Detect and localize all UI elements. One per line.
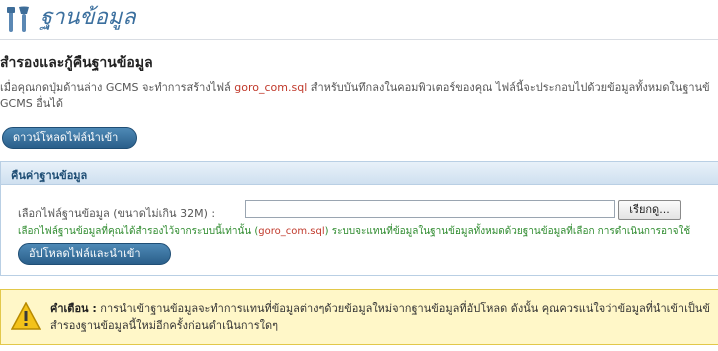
backup-desc-text: เมื่อคุณกดปุ่มด้านล่าง GCMS จะทำการสร้าง… <box>0 81 235 94</box>
backup-desc-text-2: สำหรับบันทึกลงในคอมพิวเตอร์ของคุณ ไฟล์นี… <box>307 81 710 94</box>
restore-hint: เลือกไฟล์ฐานข้อมูลที่คุณได้สำรองไว้จากระ… <box>18 224 690 239</box>
page-header: ฐานข้อมูล <box>0 0 718 40</box>
warning-line1: การนำเข้าฐานข้อมูลจะทำการแทนที่ข้อมูลต่า… <box>96 302 710 315</box>
restore-panel: คืนค่าฐานข้อมูล เลือกไฟล์ฐานข้อมูล (ขนาด… <box>0 161 718 276</box>
restore-hint-text: เลือกไฟล์ฐานข้อมูลที่คุณได้สำรองไว้จากระ… <box>18 226 259 237</box>
warning-text: คำเตือน : การนำเข้าฐานข้อมูลจะทำการแทนที… <box>50 300 710 334</box>
warning-line2: สำรองฐานข้อมูลนี้ใหม่อีกครั้งก่อนดำเนินก… <box>50 319 279 332</box>
upload-and-import-button[interactable]: อัปโหลดไฟล์และนำเข้า <box>18 243 171 265</box>
browse-button[interactable]: เรียกดู... <box>618 200 681 220</box>
warning-label: คำเตือน : <box>50 302 97 315</box>
backup-desc-filename: goro_com.sql <box>234 81 308 94</box>
file-select-label: เลือกไฟล์ฐานข้อมูล (ขนาดไม่เกิน 32M) : <box>18 207 216 220</box>
backup-section-title: สำรองและกู้คืนฐานข้อมูล <box>0 55 153 71</box>
warning-box: คำเตือน : การนำเข้าฐานข้อมูลจะทำการแทนที… <box>0 289 718 345</box>
restore-hint-filename: goro_com.sql <box>258 226 325 237</box>
warning-icon <box>11 302 41 330</box>
backup-desc-line2: GCMS อื่นได้ <box>0 97 63 110</box>
file-path-input[interactable] <box>245 200 615 218</box>
header-divider <box>0 39 718 40</box>
page-title: ฐานข้อมูล <box>40 5 136 30</box>
tools-icon <box>7 6 29 32</box>
restore-hint-text-2: ) ระบบจะแทนที่ข้อมูลในฐานข้อมูลทั้งหมดด้… <box>324 226 691 237</box>
download-import-file-button[interactable]: ดาวน์โหลดไฟล์นำเข้า <box>2 127 137 149</box>
restore-panel-title: คืนค่าฐานข้อมูล <box>11 169 88 182</box>
restore-panel-header: คืนค่าฐานข้อมูล <box>1 162 718 185</box>
backup-description: เมื่อคุณกดปุ่มด้านล่าง GCMS จะทำการสร้าง… <box>0 80 718 112</box>
